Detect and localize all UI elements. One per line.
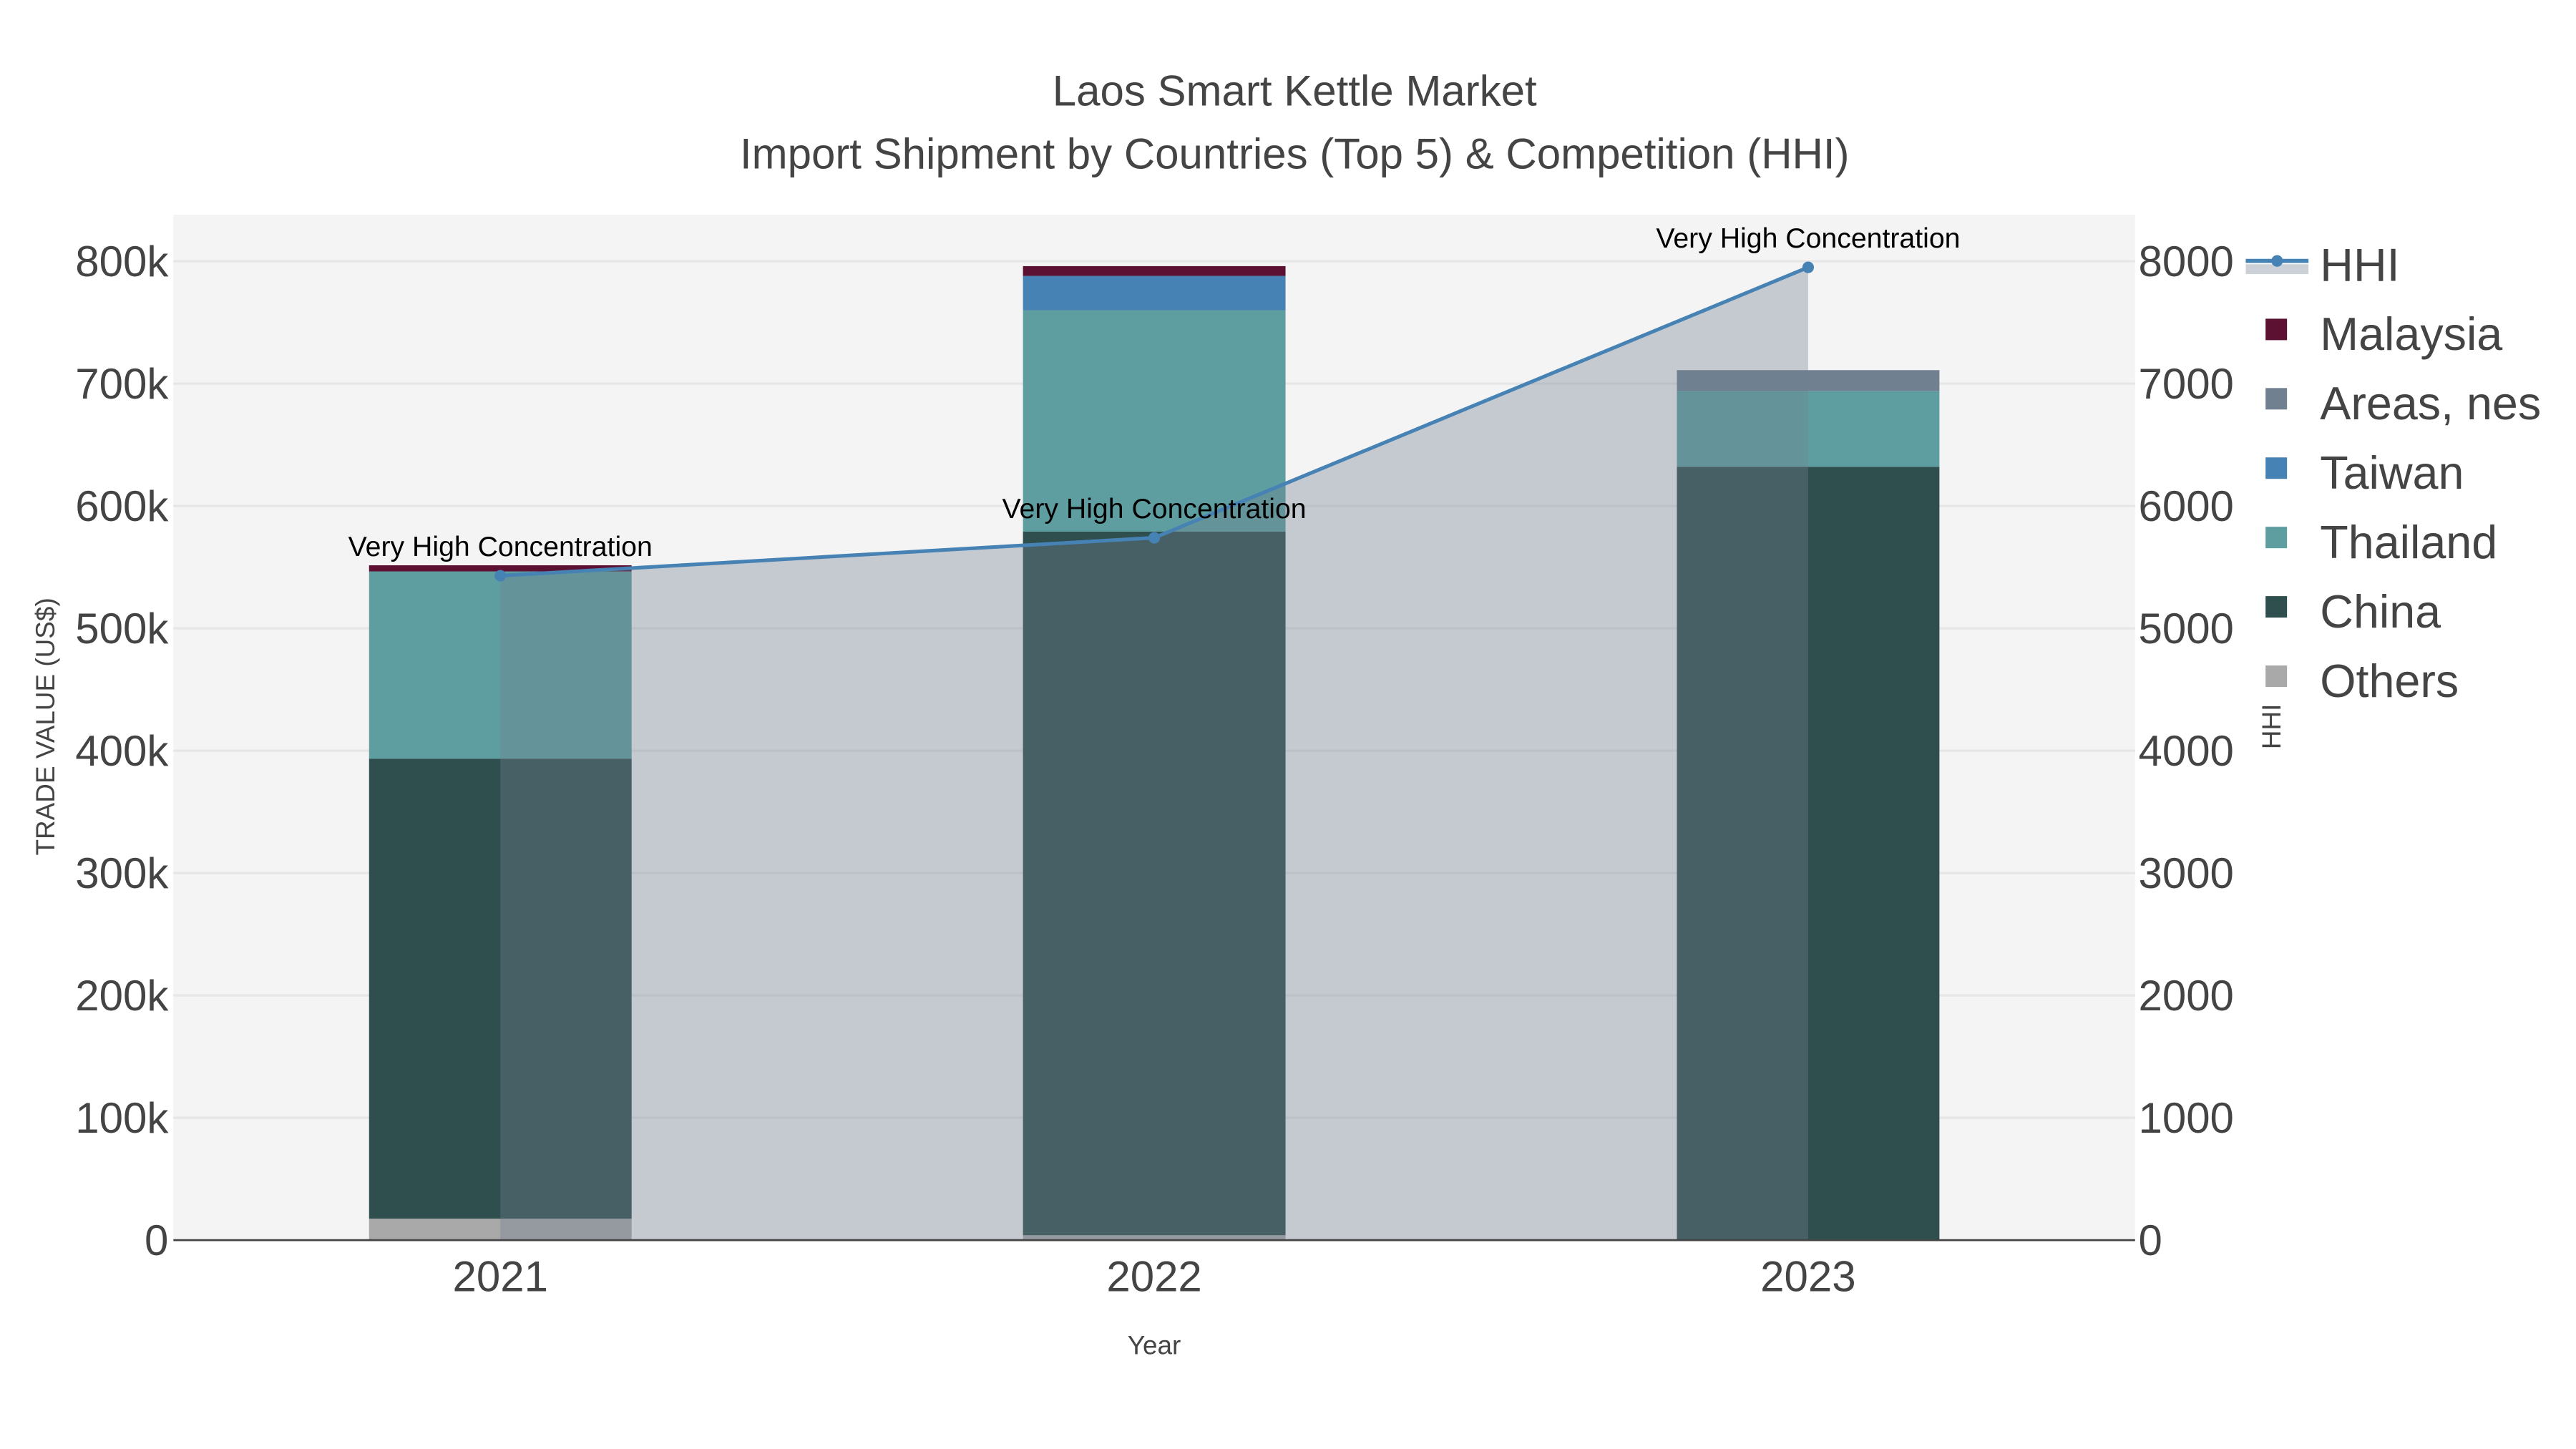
y-tick-label: 0 xyxy=(145,1216,168,1264)
x-tick-label: 2023 xyxy=(1760,1253,1855,1301)
y-tick-label: 400k xyxy=(75,727,169,775)
hhi-annotation: Very High Concentration xyxy=(1002,493,1307,525)
legend-label: Malaysia xyxy=(2320,308,2502,360)
chart-title: Laos Smart Kettle Market xyxy=(1053,67,1537,115)
legend-swatch xyxy=(2265,318,2288,341)
y2-tick-label: 1000 xyxy=(2138,1094,2233,1142)
legend-label: Areas, nes xyxy=(2320,378,2541,429)
y-axis-label: TRADE VALUE (US$) xyxy=(31,597,60,855)
legend-swatch xyxy=(2265,527,2288,549)
legend-swatch xyxy=(2265,665,2288,687)
legend-label: Taiwan xyxy=(2320,447,2464,499)
legend-swatch xyxy=(2265,596,2288,618)
legend-label: HHI xyxy=(2320,239,2399,291)
y2-axis-ticks: 0 1000 2000 3000 4000 5000 6000 7000 8000 xyxy=(2138,238,2233,1264)
hhi-point-2022[interactable] xyxy=(1148,532,1161,544)
y2-tick-label: 4000 xyxy=(2138,727,2233,775)
legend-swatch xyxy=(2265,388,2288,410)
y-tick-label: 200k xyxy=(75,972,169,1020)
legend-label: China xyxy=(2320,586,2441,638)
chart: Very High Concentration Very High Concent… xyxy=(0,0,2576,1449)
y2-tick-label: 3000 xyxy=(2138,849,2233,897)
y-tick-label: 100k xyxy=(75,1094,169,1142)
y-tick-label: 600k xyxy=(75,482,169,530)
y-tick-label: 500k xyxy=(75,605,169,653)
hhi-annotation: Very High Concentration xyxy=(348,531,653,562)
hhi-point-2023[interactable] xyxy=(1802,261,1814,273)
y2-tick-label: 5000 xyxy=(2138,605,2233,653)
y2-tick-label: 8000 xyxy=(2138,238,2233,286)
x-tick-label: 2021 xyxy=(452,1253,547,1301)
y-tick-label: 700k xyxy=(75,360,169,408)
legend-label: Thailand xyxy=(2320,517,2497,568)
y2-tick-label: 0 xyxy=(2138,1216,2162,1264)
chart-subtitle: Import Shipment by Countries (Top 5) & C… xyxy=(740,130,1850,177)
bar-malaysia-2022[interactable] xyxy=(1023,265,1286,276)
hhi-point-2021[interactable] xyxy=(494,570,507,582)
legend-marker xyxy=(2271,255,2283,267)
legend-swatch xyxy=(2265,457,2288,479)
y-tick-label: 300k xyxy=(75,849,169,897)
bar-taiwan-2022[interactable] xyxy=(1023,275,1286,311)
x-axis-label: Year xyxy=(1128,1330,1181,1360)
y-tick-label: 800k xyxy=(75,238,169,286)
legend-label: Others xyxy=(2320,655,2459,707)
y2-tick-label: 6000 xyxy=(2138,482,2233,530)
y2-tick-label: 2000 xyxy=(2138,972,2233,1020)
hhi-annotation: Very High Concentration xyxy=(1656,223,1960,254)
y2-axis-label: HHI xyxy=(2257,704,2286,750)
y2-tick-label: 7000 xyxy=(2138,360,2233,408)
y-axis-ticks: 0 100k 200k 300k 400k 500k 600k 700k 800k xyxy=(75,238,169,1264)
x-tick-label: 2022 xyxy=(1106,1253,1201,1301)
